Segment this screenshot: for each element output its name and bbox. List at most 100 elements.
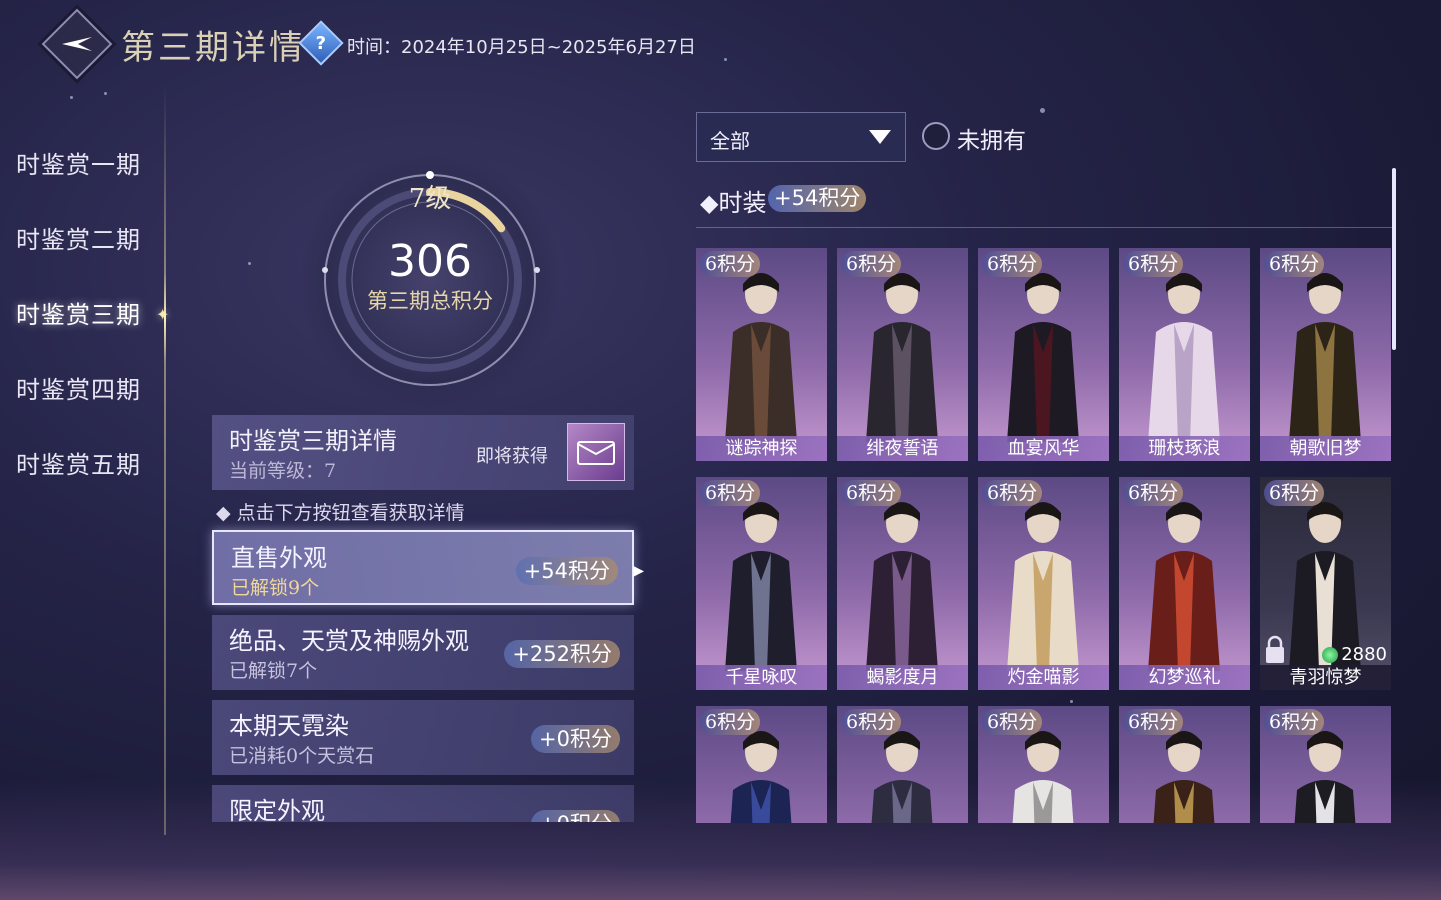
outfit-figure-icon	[1294, 731, 1356, 823]
outfit-figure-icon	[1007, 502, 1079, 671]
outfit-card[interactable]: 6积分绯夜誓语	[837, 248, 968, 461]
outfit-figure-icon	[871, 731, 933, 823]
outfit-figure-icon	[866, 502, 938, 671]
section-title: ◆时装	[700, 189, 767, 217]
outfit-card[interactable]: 6积分千星咏叹	[696, 477, 827, 690]
outfit-card[interactable]: 6积分 灼金喵影	[978, 477, 1109, 690]
outfit-name: 千星咏叹	[696, 665, 827, 690]
outfit-card[interactable]: 6积分	[1119, 706, 1250, 823]
outfit-figure-icon	[725, 273, 797, 442]
tab-label: 时鉴赏一期	[16, 151, 141, 179]
hint-text: ◆ 点击下方按钮查看获取详情	[216, 502, 465, 524]
outfit-card[interactable]: 6积分 血宴风华	[978, 248, 1109, 461]
outfit-figure-icon	[1012, 731, 1074, 823]
tab-period-5[interactable]: 时鉴赏五期	[0, 425, 165, 500]
outfit-name: 蝎影度月	[837, 665, 968, 690]
reward-card[interactable]: 时鉴赏三期详情 当前等级：7 即将获得	[212, 415, 634, 490]
price-tag: 2880	[1322, 644, 1387, 665]
outfit-name: 血宴风华	[978, 436, 1109, 461]
back-arrow-icon	[62, 37, 92, 51]
filter-dropdown[interactable]: 全部	[696, 112, 906, 162]
outfit-card[interactable]: 6积分 2880 青羽惊梦	[1260, 477, 1391, 690]
tab-period-1[interactable]: 时鉴赏一期	[0, 125, 165, 200]
outfit-grid: 6积分 谜踪神探 6积分 绯夜誓语 6积分 血宴风华 6积分 珊枝琢浪 6积分 朝歌旧梦 6积分 千星…	[696, 248, 1396, 823]
lock-icon	[1266, 635, 1284, 663]
category-points: +252积分	[504, 640, 620, 668]
gem-icon	[1322, 646, 1339, 663]
date-value: 2024年10月25日~2025年6月27日	[401, 37, 696, 58]
outfit-points: 6积分	[1264, 709, 1325, 735]
hint-label: 点击下方按钮查看获取详情	[236, 502, 465, 524]
reward-item-icon[interactable]	[567, 423, 625, 481]
date-prefix: 时间：	[347, 37, 401, 58]
total-score-label: 第三期总积分	[367, 289, 493, 313]
outfit-points: 6积分	[1123, 480, 1184, 506]
category-points: +0积分	[531, 810, 620, 822]
back-button[interactable]	[41, 8, 113, 80]
outfit-points: 6积分	[1123, 709, 1184, 735]
unowned-radio[interactable]	[922, 122, 950, 150]
category-premium[interactable]: 绝品、天赏及神赐外观 已解锁7个 +252积分	[212, 615, 634, 690]
outfit-name: 幻梦巡礼	[1119, 665, 1250, 690]
category-title: 限定外观	[229, 797, 325, 822]
category-direct-sale[interactable]: 直售外观 已解锁9个 +54积分 ▶	[212, 530, 644, 605]
score-ring: 7级 306 第三期总积分	[300, 150, 560, 410]
outfit-figure-icon	[725, 502, 797, 671]
outfit-card[interactable]: 6积分珊枝琢浪	[1119, 248, 1250, 461]
outfit-card[interactable]: 6积分 谜踪神探	[696, 248, 827, 461]
selected-arrow-icon: ▶	[633, 563, 644, 579]
outfit-points: 6积分	[700, 480, 761, 506]
tab-label: 时鉴赏四期	[16, 376, 141, 404]
outfit-figure-icon	[1007, 273, 1079, 442]
category-subtitle: 已解锁9个	[231, 577, 320, 599]
outfit-points: 6积分	[700, 251, 761, 277]
outfit-figure-icon	[730, 731, 792, 823]
envelope-icon	[577, 441, 615, 465]
category-title: 本期天霓染	[229, 712, 349, 740]
outfit-name: 朝歌旧梦	[1260, 436, 1391, 461]
tab-divider	[164, 85, 166, 835]
outfit-name: 青羽惊梦	[1260, 665, 1391, 690]
date-range: 时间：2024年10月25日~2025年6月27日	[347, 33, 696, 59]
outfit-card[interactable]: 6积分	[1260, 706, 1391, 823]
outfit-figure-icon	[1148, 273, 1220, 442]
category-limited[interactable]: 限定外观 +0积分	[212, 785, 634, 822]
category-subtitle: 已解锁7个	[229, 660, 318, 682]
tab-label: 时鉴赏三期	[16, 301, 141, 329]
dropdown-arrow-icon	[869, 130, 891, 144]
category-points: +0积分	[531, 725, 620, 753]
page-title: 第三期详情	[121, 28, 306, 68]
price-value: 2880	[1341, 644, 1387, 665]
outfit-card[interactable]: 6积分幻梦巡礼	[1119, 477, 1250, 690]
tab-label: 时鉴赏二期	[16, 226, 141, 254]
outfit-points: 6积分	[1123, 251, 1184, 277]
outfit-points: 6积分	[841, 709, 902, 735]
tab-label: 时鉴赏五期	[16, 451, 141, 479]
upcoming-reward-label: 即将获得	[476, 446, 548, 467]
section-title-text: 时装	[718, 189, 767, 217]
scrollbar[interactable]	[1392, 168, 1396, 350]
outfit-card[interactable]: 6积分朝歌旧梦	[1260, 248, 1391, 461]
section-divider	[696, 227, 1392, 228]
outfit-card[interactable]: 6积分 蝎影度月	[837, 477, 968, 690]
outfit-name: 绯夜誓语	[837, 436, 968, 461]
outfit-card[interactable]: 6积分	[978, 706, 1109, 823]
reward-title: 时鉴赏三期详情	[229, 427, 397, 455]
outfit-card[interactable]: 6积分	[837, 706, 968, 823]
outfit-points: 6积分	[841, 251, 902, 277]
outfit-card[interactable]: 6积分	[696, 706, 827, 823]
outfit-points: 6积分	[1264, 251, 1325, 277]
tab-period-4[interactable]: 时鉴赏四期	[0, 350, 165, 425]
category-dye[interactable]: 本期天霓染 已消耗0个天赏石 +0积分	[212, 700, 634, 775]
outfit-figure-icon	[1153, 731, 1215, 823]
level-label: 7级	[408, 184, 452, 214]
outfit-figure-icon	[1289, 273, 1361, 442]
tab-period-2[interactable]: 时鉴赏二期	[0, 200, 165, 275]
outfit-name: 珊枝琢浪	[1119, 436, 1250, 461]
section-points: +54积分	[768, 185, 867, 212]
category-subtitle: 已消耗0个天赏石	[229, 745, 375, 767]
unowned-label[interactable]: 未拥有	[957, 121, 1026, 155]
tab-period-3[interactable]: 时鉴赏三期✦	[0, 275, 169, 350]
current-level: 当前等级：7	[229, 460, 337, 482]
category-points: +54积分	[515, 557, 618, 585]
